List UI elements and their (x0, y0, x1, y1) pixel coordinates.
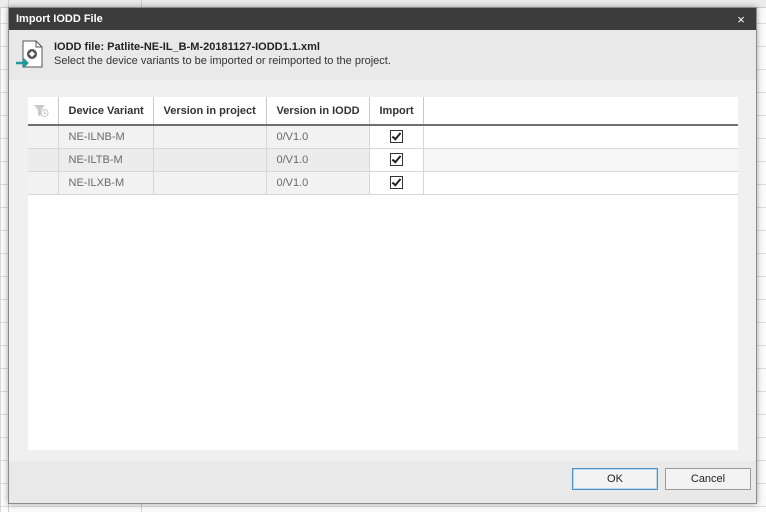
close-icon[interactable]: × (734, 12, 748, 26)
version-in-project-cell (153, 148, 267, 172)
table-row[interactable]: NE-ILXB-M 0/V1.0 (28, 171, 738, 195)
import-cell (369, 125, 424, 149)
device-variant-cell: NE-ILNB-M (58, 125, 154, 149)
dialog-titlebar: Import IODD File × (9, 8, 756, 30)
import-checkbox[interactable] (389, 153, 403, 166)
column-header-import[interactable]: Import (369, 97, 424, 126)
ok-button[interactable]: OK (572, 468, 658, 490)
version-in-project-cell (153, 171, 267, 195)
iodd-file-name: IODD file: Patlite-NE-IL_B-M-20181127-IO… (54, 41, 320, 53)
import-cell (369, 171, 424, 195)
dialog-title: Import IODD File (16, 13, 103, 25)
version-in-project-cell (153, 125, 267, 149)
dialog-instructions: Select the device variants to be importe… (54, 55, 391, 67)
dialog-footer: OK Cancel (9, 461, 756, 503)
column-header-version-in-iodd[interactable]: Version in IODD (266, 97, 370, 126)
row-selector-cell[interactable] (28, 171, 59, 195)
row-selector-cell[interactable] (28, 125, 59, 149)
row-selector-cell[interactable] (28, 148, 59, 172)
device-variants-panel: Device Variant Version in project Versio… (28, 97, 738, 450)
filler-cell (423, 148, 738, 172)
device-variant-cell: NE-ILXB-M (58, 171, 154, 195)
filter-column-header[interactable] (28, 97, 59, 126)
device-variant-cell: NE-ILTB-M (58, 148, 154, 172)
import-checkbox[interactable] (389, 130, 403, 144)
file-info-header: IODD file: Patlite-NE-IL_B-M-20181127-IO… (9, 30, 756, 80)
iodd-file-import-icon (16, 40, 43, 68)
column-header-filler (423, 97, 738, 126)
import-checkbox[interactable] (389, 176, 403, 189)
table-row[interactable]: NE-ILNB-M 0/V1.0 (28, 125, 738, 149)
table-row[interactable]: NE-ILTB-M 0/V1.0 (28, 148, 738, 172)
column-header-device-variant[interactable]: Device Variant (58, 97, 154, 126)
column-header-version-in-project[interactable]: Version in project (153, 97, 267, 126)
filter-icon[interactable] (33, 104, 49, 118)
filler-cell (423, 125, 738, 149)
import-cell (369, 148, 424, 172)
filler-cell (423, 171, 738, 195)
version-in-iodd-cell: 0/V1.0 (266, 171, 370, 195)
version-in-iodd-cell: 0/V1.0 (266, 125, 370, 149)
table-header-row: Device Variant Version in project Versio… (28, 97, 738, 126)
cancel-button[interactable]: Cancel (665, 468, 751, 490)
import-iodd-dialog: Import IODD File × IODD file: Patlite-NE… (8, 7, 757, 504)
version-in-iodd-cell: 0/V1.0 (266, 148, 370, 172)
device-variants-table: Device Variant Version in project Versio… (28, 97, 738, 195)
